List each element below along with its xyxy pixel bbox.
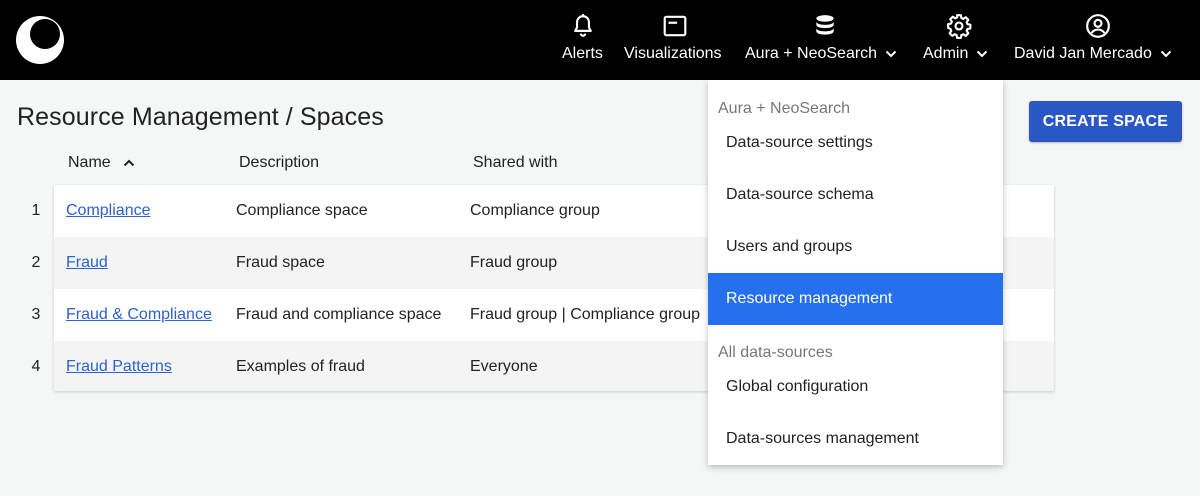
column-header-shared-with[interactable]: Shared with	[473, 154, 558, 172]
row-number: 4	[31, 358, 41, 375]
user-circle-icon	[1086, 14, 1110, 38]
column-header-description[interactable]: Description	[239, 154, 319, 172]
column-header-name-label: Name	[68, 154, 111, 171]
row-number: 3	[31, 306, 41, 323]
space-shared-with: Fraud group | Compliance group	[470, 306, 701, 323]
nav-alerts[interactable]: Alerts	[560, 0, 606, 80]
nav-aura-neosearch[interactable]: Aura + NeoSearch	[744, 0, 904, 80]
dropdown-section-header: All data-sources	[718, 344, 833, 361]
space-name-link[interactable]: Compliance	[66, 185, 150, 237]
menu-item-data-sources-management[interactable]: Data-sources management	[708, 413, 1003, 465]
sort-ascending-icon[interactable]	[123, 159, 135, 167]
nav-visualizations-label: Visualizations	[624, 45, 722, 62]
space-description: Fraud space	[236, 254, 325, 271]
space-description: Examples of fraud	[236, 358, 365, 375]
space-name-link[interactable]: Fraud Patterns	[66, 341, 172, 393]
space-shared-with: Everyone	[470, 358, 538, 375]
app-logo-icon[interactable]	[15, 15, 65, 65]
space-name-link[interactable]: Fraud & Compliance	[66, 289, 212, 341]
space-shared-with: Compliance group	[470, 202, 600, 219]
nav-visualizations[interactable]: Visualizations	[622, 0, 728, 80]
menu-item-data-source-settings[interactable]: Data-source settings	[708, 117, 1003, 169]
space-description: Compliance space	[236, 202, 368, 219]
space-name-link[interactable]: Fraud	[66, 237, 108, 289]
column-header-name[interactable]: Name	[68, 154, 135, 172]
page-title: Resource Management / Spaces	[17, 103, 384, 131]
menu-item-users-and-groups[interactable]: Users and groups	[708, 221, 1003, 273]
row-number: 1	[31, 202, 41, 219]
row-number: 2	[31, 254, 41, 271]
create-space-button[interactable]: CREATE SPACE	[1029, 101, 1182, 142]
nav-admin-label: Admin	[923, 45, 969, 62]
menu-item-resource-management[interactable]: Resource management	[708, 273, 1003, 325]
menu-item-global-configuration[interactable]: Global configuration	[708, 361, 1003, 413]
top-navigation-bar: Alerts Visualizations Aura + NeoSearch A…	[0, 0, 1200, 80]
nav-aura-neosearch-label: Aura + NeoSearch	[745, 45, 878, 62]
window-icon	[663, 15, 687, 37]
dropdown-section-header: Aura + NeoSearch	[718, 100, 851, 117]
space-description: Fraud and compliance space	[236, 306, 442, 323]
nav-user-menu[interactable]: David Jan Mercado	[1013, 0, 1183, 80]
aura-neosearch-dropdown-menu: Aura + NeoSearch Data-source settings Da…	[708, 80, 1003, 465]
space-shared-with: Fraud group	[470, 254, 558, 271]
chevron-down-icon	[977, 50, 988, 58]
nav-user-label-wrap: David Jan Mercado	[1014, 45, 1172, 63]
nav-admin[interactable]: Admin	[922, 0, 994, 80]
chevron-down-icon	[1160, 50, 1172, 58]
nav-admin-label-wrap: Admin	[923, 45, 988, 63]
bell-icon	[574, 14, 592, 37]
menu-item-data-source-schema[interactable]: Data-source schema	[708, 169, 1003, 221]
gear-icon	[947, 14, 972, 39]
nav-alerts-label: Alerts	[562, 45, 603, 62]
nav-user-label: David Jan Mercado	[1014, 45, 1152, 62]
chevron-down-icon	[885, 50, 897, 58]
nav-aura-neosearch-label-wrap: Aura + NeoSearch	[745, 45, 897, 63]
database-icon	[816, 15, 834, 35]
